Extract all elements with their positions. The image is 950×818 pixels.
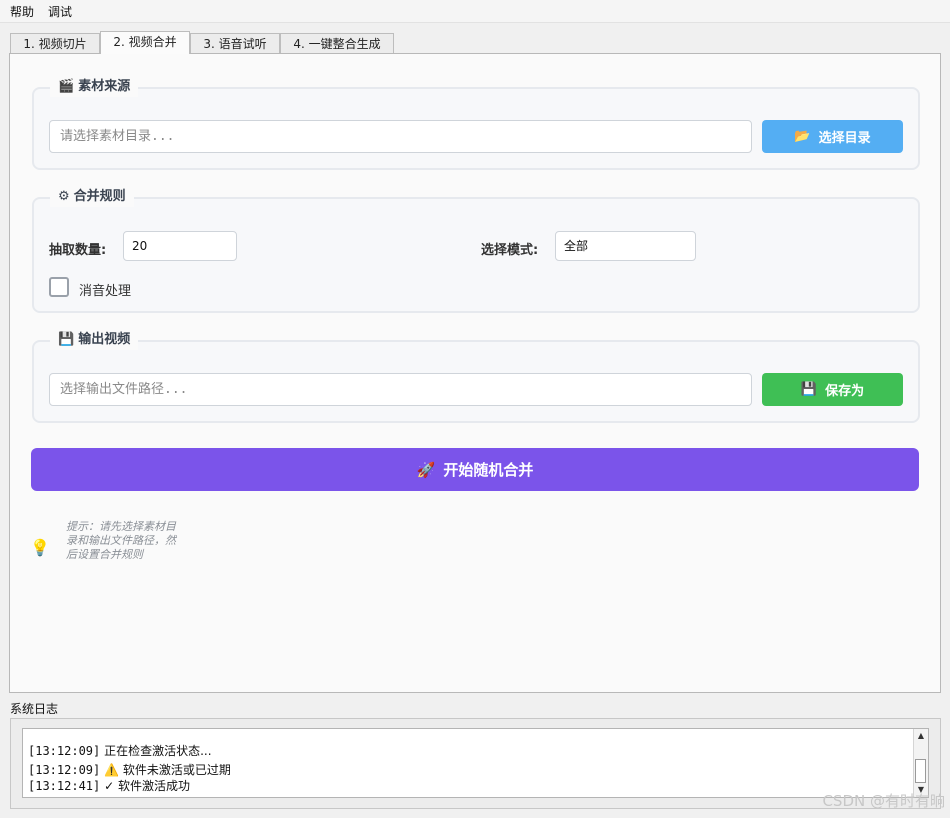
floppy-disk-icon: 💾 <box>58 332 75 347</box>
output-group-title: 💾 输出视频 <box>50 330 139 350</box>
source-group: 🎬 素材来源 📂 选择目录 <box>32 77 920 170</box>
save-as-button[interactable]: 💾 保存为 <box>762 373 903 406</box>
lightbulb-icon: 💡 <box>30 538 50 557</box>
clapperboard-icon: 🎬 <box>58 79 75 94</box>
log-line: [13:12:09] ⚠️ 软件未激活或已过期 <box>28 761 231 778</box>
source-dir-input[interactable] <box>49 120 752 153</box>
mode-label: 选择模式: <box>481 243 539 258</box>
mute-checkbox[interactable] <box>49 277 69 297</box>
floppy-disk-icon: 💾 <box>800 382 818 397</box>
output-group: 💾 输出视频 💾 保存为 <box>32 330 920 423</box>
watermark: CSDN @有时有晌 <box>822 792 945 810</box>
output-group-title-text: 输出视频 <box>78 332 131 347</box>
log-line: [13:12:41] ✓ 软件激活成功 <box>28 777 190 794</box>
output-path-input[interactable] <box>49 373 752 406</box>
save-as-button-label: 保存为 <box>825 384 865 399</box>
mode-select[interactable]: 全部 <box>555 231 696 261</box>
log-box: [13:12:09] 正在检查激活状态... [13:12:09] ⚠️ 软件未… <box>22 728 929 798</box>
warning-icon: ⚠️ <box>104 763 120 777</box>
log-timestamp: [13:12:41] <box>28 779 101 793</box>
select-dir-button[interactable]: 📂 选择目录 <box>762 120 903 153</box>
count-label: 抽取数量: <box>49 243 107 258</box>
menu-bar: 帮助 调试 <box>0 0 950 23</box>
source-group-title: 🎬 素材来源 <box>50 77 139 97</box>
gear-icon: ⚙ <box>58 189 70 204</box>
hint-text: 提示：请先选择素材目录和输出文件路径，然后设置合并规则 <box>66 520 176 561</box>
start-merge-button[interactable]: 🚀 开始随机合并 <box>31 448 919 491</box>
log-message: 正在检查激活状态... <box>104 744 212 758</box>
rules-group-title-text: 合并规则 <box>73 189 126 204</box>
folder-icon: 📂 <box>794 129 811 144</box>
menu-help[interactable]: 帮助 <box>10 3 34 20</box>
log-title: 系统日志 <box>10 702 59 716</box>
tab-one-click[interactable]: 4. 一键整合生成 <box>280 33 394 53</box>
rocket-icon: 🚀 <box>416 460 436 479</box>
scroll-up-icon[interactable]: ▲ <box>915 730 927 742</box>
start-merge-button-label: 开始随机合并 <box>443 461 534 479</box>
log-scrollbar[interactable]: ▲ ▼ <box>913 729 928 797</box>
log-line: [13:12:09] 正在检查激活状态... <box>28 742 212 759</box>
log-message: 软件未激活或已过期 <box>122 763 231 777</box>
tab-video-merge[interactable]: 2. 视频合并 <box>100 31 190 54</box>
scroll-thumb[interactable] <box>915 759 926 783</box>
log-timestamp: [13:12:09] <box>28 744 101 758</box>
mute-label: 消音处理 <box>79 284 132 299</box>
tab-video-slice[interactable]: 1. 视频切片 <box>10 33 100 53</box>
check-icon: ✓ <box>104 779 115 793</box>
rules-group: ⚙ 合并规则 抽取数量: 20 选择模式: 全部 消音处理 <box>32 187 920 313</box>
menu-debug[interactable]: 调试 <box>48 3 72 20</box>
log-message: 软件激活成功 <box>117 779 190 793</box>
count-input[interactable]: 20 <box>123 231 237 261</box>
log-container: [13:12:09] 正在检查激活状态... [13:12:09] ⚠️ 软件未… <box>10 718 941 809</box>
log-timestamp: [13:12:09] <box>28 763 101 777</box>
source-group-title-text: 素材来源 <box>78 79 131 94</box>
rules-group-title: ⚙ 合并规则 <box>50 187 134 207</box>
merge-panel: 🎬 素材来源 📂 选择目录 ⚙ 合并规则 抽取数量: 20 选择模式: 全部 消… <box>9 53 941 693</box>
tab-voice-preview[interactable]: 3. 语音试听 <box>190 33 280 53</box>
select-dir-button-label: 选择目录 <box>818 131 871 146</box>
